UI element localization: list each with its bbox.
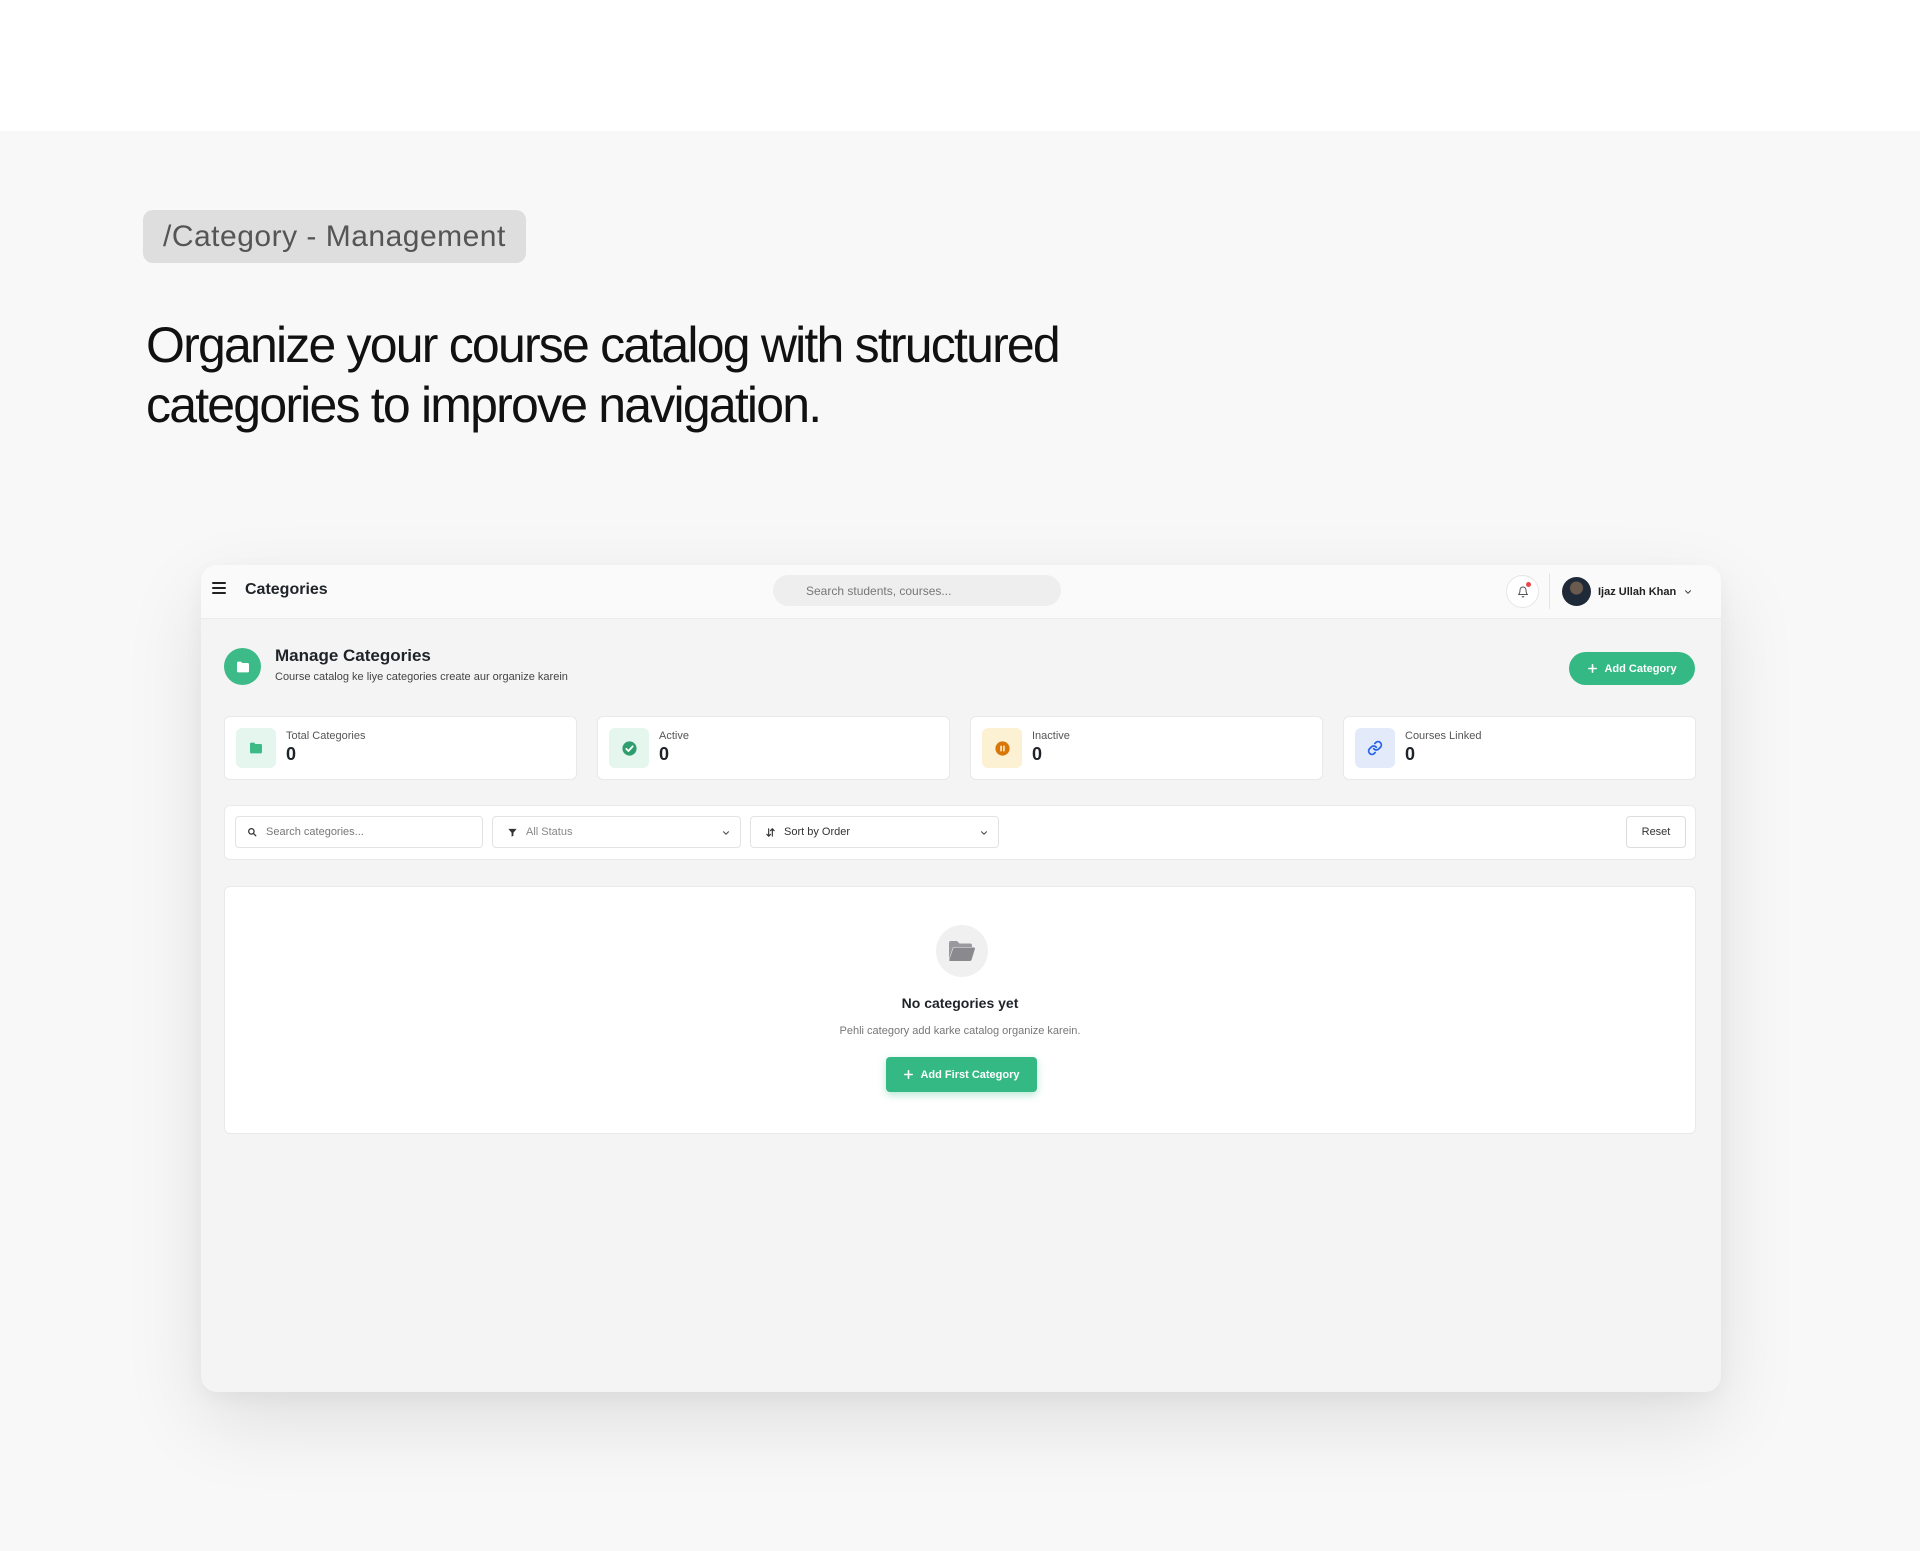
notification-button[interactable] xyxy=(1506,575,1539,608)
folder-icon xyxy=(224,648,261,685)
chevron-down-icon xyxy=(1685,589,1692,594)
pause-circle-icon xyxy=(982,728,1022,768)
user-name: Ijaz Ullah Khan xyxy=(1598,585,1677,598)
plus-icon xyxy=(904,1070,914,1079)
stat-value: 0 xyxy=(1032,744,1043,764)
stat-label: Inactive xyxy=(1032,730,1070,742)
page-subtitle: Course catalog ke liye categories create… xyxy=(275,671,568,683)
user-menu[interactable]: Ijaz Ullah Khan xyxy=(1562,575,1693,608)
menu-icon[interactable] xyxy=(212,582,226,594)
filter-icon xyxy=(508,828,517,837)
add-first-category-label: Add First Category xyxy=(920,1068,1020,1081)
empty-state-text: Pehli category add karke catalog organiz… xyxy=(839,1025,1081,1037)
status-select-value: All Status xyxy=(526,826,573,838)
bell-icon xyxy=(1517,586,1528,597)
stat-label: Courses Linked xyxy=(1405,730,1482,742)
filter-bar: All Status Sort by Order Reset xyxy=(224,805,1696,860)
avatar xyxy=(1562,577,1591,606)
page-title: Manage Categories xyxy=(275,646,431,665)
add-first-category-button[interactable]: Add First Category xyxy=(886,1057,1037,1092)
stat-value: 0 xyxy=(286,744,297,764)
sort-select-value: Sort by Order xyxy=(784,826,851,838)
chevron-down-icon xyxy=(722,831,730,835)
stat-label: Active xyxy=(659,730,689,742)
global-search-input[interactable] xyxy=(773,575,1061,606)
empty-state-title: No categories yet xyxy=(901,995,1019,1011)
category-search-field[interactable] xyxy=(235,816,483,848)
top-band xyxy=(0,0,1920,131)
headline: Organize your course catalog with struct… xyxy=(146,317,1061,433)
stat-card-courses-linked: Courses Linked 0 xyxy=(1343,716,1696,780)
header-divider xyxy=(1549,573,1550,609)
notification-dot xyxy=(1526,582,1531,587)
empty-state-panel: No categories yet Pehli category add kar… xyxy=(224,886,1696,1134)
sort-icon xyxy=(766,827,775,837)
stat-label: Total Categories xyxy=(286,730,366,742)
link-icon xyxy=(1355,728,1395,768)
section-tag: /Category - Management xyxy=(143,210,526,263)
add-category-button[interactable]: Add Category xyxy=(1569,652,1695,685)
stat-card-total: Total Categories 0 xyxy=(224,716,577,780)
stat-card-active: Active 0 xyxy=(597,716,950,780)
plus-icon xyxy=(1588,664,1598,673)
check-circle-icon xyxy=(609,728,649,768)
status-select[interactable]: All Status xyxy=(492,816,741,848)
sort-select[interactable]: Sort by Order xyxy=(750,816,999,848)
stat-value: 0 xyxy=(1405,744,1416,764)
chevron-down-icon xyxy=(980,831,988,835)
stat-card-inactive: Inactive 0 xyxy=(970,716,1323,780)
app-window: Categories Ijaz Ullah Khan Manage Catego… xyxy=(201,565,1721,1392)
open-folder-icon xyxy=(936,925,988,977)
reset-button[interactable]: Reset xyxy=(1626,816,1686,848)
add-category-label: Add Category xyxy=(1604,662,1677,675)
stat-value: 0 xyxy=(659,744,670,764)
search-icon xyxy=(248,828,257,837)
app-title: Categories xyxy=(245,581,328,598)
category-search-input[interactable] xyxy=(266,826,466,838)
app-header: Categories Ijaz Ullah Khan xyxy=(201,565,1721,619)
folder-icon xyxy=(236,728,276,768)
